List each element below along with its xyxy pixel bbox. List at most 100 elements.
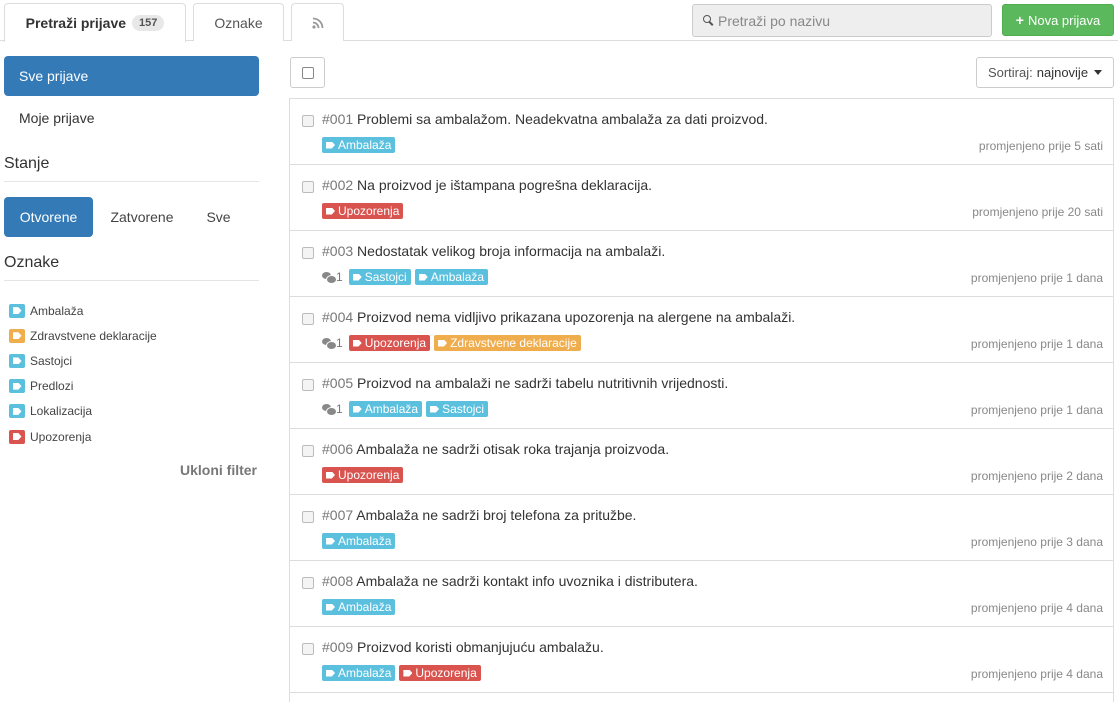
issue-checkbox[interactable] bbox=[302, 643, 314, 655]
comment-count: 1 bbox=[322, 336, 343, 350]
issue-tag[interactable]: Upozorenja bbox=[399, 665, 481, 681]
issue-tag[interactable]: Zdravstvene deklaracije bbox=[434, 335, 581, 351]
tag-filter-item[interactable]: Ambalaža bbox=[9, 298, 259, 323]
tag-filter-item[interactable]: Sastojci bbox=[9, 348, 259, 373]
issue-tag-label: Upozorenja bbox=[415, 666, 477, 680]
search-input[interactable] bbox=[718, 12, 988, 29]
issue-updated-time: promjenjeno prije 2 dana bbox=[970, 469, 1103, 483]
tag-filter-item[interactable]: Zdravstvene deklaracije bbox=[9, 323, 259, 348]
comments-icon bbox=[322, 338, 337, 350]
issue-tag-label: Zdravstvene deklaracije bbox=[450, 336, 577, 350]
issue-tag[interactable]: Sastojci bbox=[426, 401, 489, 417]
issue-title-link[interactable]: #003 Nedostatak velikog broja informacij… bbox=[322, 243, 665, 259]
issue-title-link[interactable]: #007 Ambalaža ne sadrži broj telefona za… bbox=[322, 507, 636, 523]
issue-checkbox[interactable] bbox=[302, 379, 314, 391]
issue-tag[interactable]: Ambalaža bbox=[348, 401, 423, 417]
issue-tag-label: Ambalaža bbox=[338, 534, 392, 548]
tab-rss[interactable] bbox=[291, 3, 344, 41]
issue-row[interactable]: #003 Nedostatak velikog broja informacij… bbox=[290, 231, 1113, 297]
tag-filter-label: Lokalizacija bbox=[30, 404, 93, 419]
issue-title-link[interactable]: #008 Ambalaža ne sadrži kontakt info uvo… bbox=[322, 573, 698, 589]
issue-tag[interactable]: Upozorenja bbox=[322, 467, 404, 483]
tag-icon bbox=[326, 603, 335, 611]
issue-title-link[interactable]: #009 Proizvod koristi obmanjujuću ambala… bbox=[322, 639, 604, 655]
rss-icon bbox=[311, 17, 323, 29]
issue-tag[interactable]: Ambalaža bbox=[322, 665, 396, 681]
tab-tags-label: Oznake bbox=[214, 14, 263, 31]
clear-filter-link[interactable]: Ukloni filter bbox=[180, 462, 257, 478]
issue-tag[interactable]: Ambalaža bbox=[322, 533, 396, 549]
issue-checkbox[interactable] bbox=[302, 247, 314, 259]
state-all-button[interactable]: Sve bbox=[191, 197, 246, 237]
issue-row[interactable]: #002 Na proizvod je ištampana pogrešna d… bbox=[290, 165, 1113, 231]
select-all-button[interactable] bbox=[290, 57, 325, 88]
issue-row[interactable]: #006 Ambalaža ne sadrži otisak roka traj… bbox=[290, 429, 1113, 495]
tag-icon bbox=[326, 471, 335, 479]
issue-number: #008 bbox=[322, 573, 354, 589]
issue-number: #005 bbox=[322, 375, 354, 391]
issue-meta: Ambalaža bbox=[322, 599, 396, 615]
issue-tag-label: Upozorenja bbox=[338, 468, 400, 482]
select-all-checkbox[interactable] bbox=[301, 66, 314, 79]
tag-filter-item[interactable]: Upozorenja bbox=[9, 424, 259, 449]
nav-all-issues[interactable]: Sve prijave bbox=[4, 56, 259, 96]
nav-my-issues-label: Moje prijave bbox=[19, 110, 95, 126]
issue-meta: Upozorenja bbox=[322, 467, 404, 483]
issue-row[interactable]: #005 Proizvod na ambalaži ne sadrži tabe… bbox=[290, 363, 1113, 429]
tab-search-issues[interactable]: Pretraži prijave 157 bbox=[4, 3, 186, 42]
state-open-button[interactable]: Otvorene bbox=[4, 197, 93, 237]
tag-filter-item[interactable]: Lokalizacija bbox=[9, 399, 259, 424]
search-field[interactable] bbox=[692, 4, 992, 37]
issue-row[interactable]: #004 Proizvod nema vidljivo prikazana up… bbox=[290, 297, 1113, 363]
issue-updated-time: promjenjeno prije 1 dana bbox=[970, 271, 1103, 285]
sort-dropdown[interactable]: Sortiraj: najnovije bbox=[976, 57, 1114, 88]
issue-row[interactable]: #008 Ambalaža ne sadrži kontakt info uvo… bbox=[290, 561, 1113, 627]
tag-icon bbox=[9, 379, 25, 394]
comment-count-value: 1 bbox=[336, 336, 343, 350]
issue-checkbox[interactable] bbox=[302, 445, 314, 457]
issue-checkbox[interactable] bbox=[302, 115, 314, 127]
tab-tags[interactable]: Oznake bbox=[193, 3, 284, 41]
issue-title-link[interactable]: #001 Problemi sa ambalažom. Neadekvatna … bbox=[322, 111, 768, 127]
issue-tag[interactable]: Ambalaža bbox=[414, 269, 489, 285]
issue-title: Problemi sa ambalažom. Neadekvatna ambal… bbox=[357, 111, 768, 127]
issue-checkbox[interactable] bbox=[302, 181, 314, 193]
new-issue-button[interactable]: + Nova prijava bbox=[1002, 4, 1114, 36]
issue-updated-time: promjenjeno prije 5 sati bbox=[978, 139, 1103, 153]
tag-filter-label: Upozorenja bbox=[30, 429, 92, 444]
issue-tag-label: Sastojci bbox=[442, 402, 485, 416]
issue-number: #004 bbox=[322, 309, 354, 325]
issue-meta: Ambalaža bbox=[322, 137, 396, 153]
issue-title: Ambalaža ne sadrži broj telefona za prit… bbox=[356, 507, 637, 523]
issue-title-link[interactable]: #002 Na proizvod je ištampana pogrešna d… bbox=[322, 177, 652, 193]
issue-row[interactable]: #001 Problemi sa ambalažom. Neadekvatna … bbox=[290, 99, 1113, 165]
state-heading: Stanje bbox=[4, 155, 259, 182]
search-icon bbox=[703, 15, 714, 26]
issue-row[interactable]: #007 Ambalaža ne sadrži broj telefona za… bbox=[290, 495, 1113, 561]
issue-title-link[interactable]: #006 Ambalaža ne sadrži otisak roka traj… bbox=[322, 441, 669, 457]
issue-tag[interactable]: Ambalaža bbox=[322, 599, 396, 615]
new-issue-label: Nova prijava bbox=[1027, 12, 1101, 28]
issue-checkbox[interactable] bbox=[302, 313, 314, 325]
tag-icon bbox=[352, 273, 362, 281]
issue-tag[interactable]: Upozorenja bbox=[348, 335, 431, 351]
issue-tag[interactable]: Ambalaža bbox=[322, 137, 396, 153]
issue-title: Na proizvod je ištampana pogrešna deklar… bbox=[357, 177, 652, 193]
nav-my-issues[interactable]: Moje prijave bbox=[4, 98, 259, 138]
tag-filter-item[interactable]: Predlozi bbox=[9, 374, 259, 399]
issue-updated-time: promjenjeno prije 3 dana bbox=[970, 535, 1103, 549]
comment-count: 1 bbox=[322, 270, 343, 284]
tag-icon bbox=[9, 328, 25, 343]
issue-tag[interactable]: Sastojci bbox=[348, 269, 411, 285]
issue-tag[interactable]: Upozorenja bbox=[322, 203, 404, 219]
issue-title-link[interactable]: #005 Proizvod na ambalaži ne sadrži tabe… bbox=[322, 375, 728, 391]
issue-checkbox[interactable] bbox=[302, 577, 314, 589]
tab-search-issues-label: Pretraži prijave bbox=[25, 15, 127, 31]
issue-row[interactable]: #009 Proizvod koristi obmanjujuću ambala… bbox=[290, 627, 1113, 693]
state-closed-button[interactable]: Zatvorene bbox=[98, 197, 186, 237]
issue-checkbox[interactable] bbox=[302, 511, 314, 523]
tag-icon bbox=[9, 303, 25, 318]
nav-all-issues-label: Sve prijave bbox=[19, 68, 89, 84]
issue-list: #001 Problemi sa ambalažom. Neadekvatna … bbox=[289, 98, 1114, 702]
issue-title-link[interactable]: #004 Proizvod nema vidljivo prikazana up… bbox=[322, 309, 795, 325]
